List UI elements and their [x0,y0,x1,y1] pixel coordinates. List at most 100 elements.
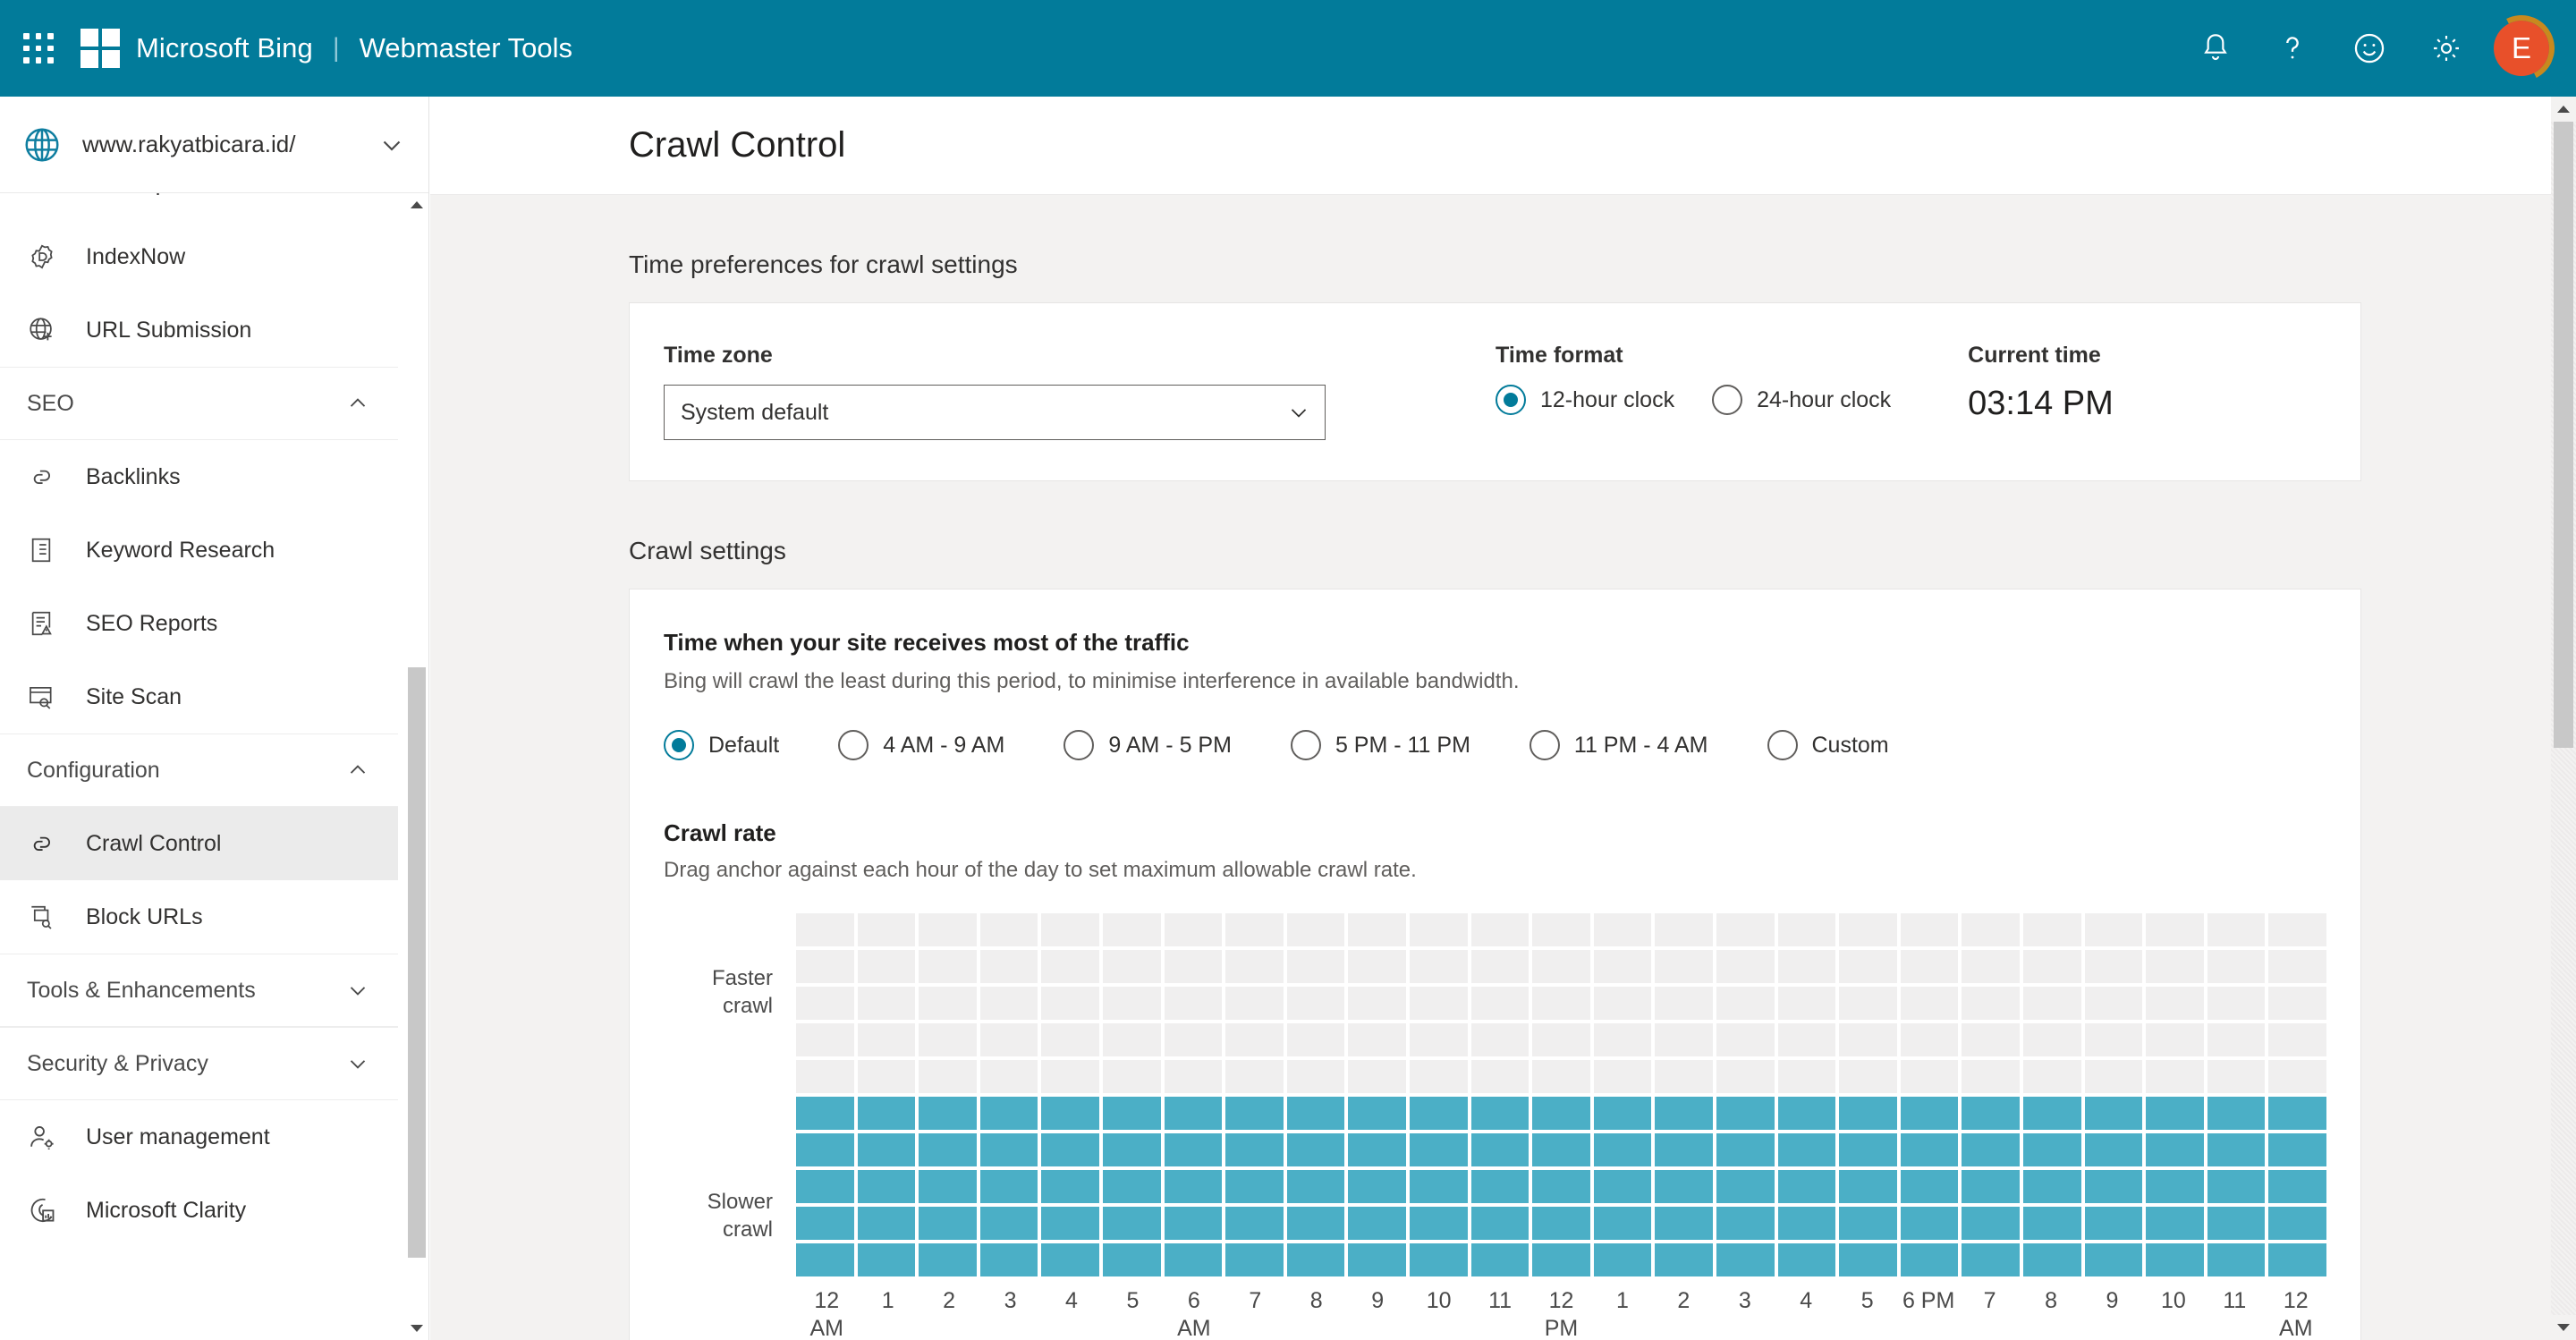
crawl-rate-cell-empty[interactable] [1593,1060,1652,1093]
crawl-rate-cell-filled[interactable] [796,1243,854,1276]
crawl-rate-cell-empty[interactable] [1348,1060,1406,1093]
crawl-rate-cell-filled[interactable] [1225,1243,1284,1276]
help-icon[interactable] [2254,10,2331,87]
crawl-rate-cell-empty[interactable] [2146,987,2204,1020]
crawl-rate-cell-empty[interactable] [2022,1023,2081,1056]
crawl-rate-cell-filled[interactable] [919,1243,977,1276]
crawl-rate-cell-empty[interactable] [2084,987,2143,1020]
scroll-up-arrow-icon[interactable] [2551,97,2576,122]
crawl-rate-cell-filled[interactable] [2146,1133,2204,1166]
crawl-rate-cell-filled[interactable] [857,1243,916,1276]
crawl-rate-cell-empty[interactable] [857,1060,916,1093]
crawl-rate-cell-filled[interactable] [1900,1207,1959,1240]
crawl-rate-cell-filled[interactable] [1777,1207,1836,1240]
crawl-rate-cell-empty[interactable] [1286,1023,1345,1056]
crawl-rate-cell-filled[interactable] [2084,1133,2143,1166]
crawl-rate-cell-empty[interactable] [2268,1060,2326,1093]
crawl-rate-cell-empty[interactable] [1409,1060,1468,1093]
main-scrollbar-thumb[interactable] [2554,122,2573,748]
crawl-rate-cell-empty[interactable] [1470,913,1530,946]
crawl-rate-cell-filled[interactable] [1286,1243,1345,1276]
crawl-rate-cell-filled[interactable] [796,1207,854,1240]
crawl-rate-cell-filled[interactable] [2146,1243,2204,1276]
notification-bell-icon[interactable] [2177,10,2254,87]
crawl-rate-cell-filled[interactable] [1532,1207,1590,1240]
crawl-rate-cell-filled[interactable] [1655,1097,1713,1130]
scroll-up-arrow-icon[interactable] [405,193,428,216]
crawl-rate-cell-empty[interactable] [1102,1060,1161,1093]
chevron-down-icon[interactable] [377,130,407,160]
crawl-rate-cell-filled[interactable] [1777,1133,1836,1166]
crawl-rate-cell-filled[interactable] [2084,1097,2143,1130]
crawl-rate-cell-filled[interactable] [1348,1133,1406,1166]
scroll-down-arrow-icon[interactable] [405,1317,428,1340]
crawl-rate-cell-filled[interactable] [1470,1133,1530,1166]
crawl-rate-cell-empty[interactable] [1041,987,1099,1020]
crawl-rate-cell-empty[interactable] [1409,1023,1468,1056]
crawl-rate-cell-empty[interactable] [1716,987,1775,1020]
sidebar-group-security-privacy[interactable]: Security & Privacy [0,1027,398,1100]
crawl-rate-cell-empty[interactable] [1409,987,1468,1020]
crawl-rate-cell-empty[interactable] [857,913,916,946]
chevron-up-icon[interactable] [344,390,371,417]
crawl-rate-cell-filled[interactable] [1164,1207,1223,1240]
crawl-rate-cell-empty[interactable] [1839,913,1897,946]
crawl-rate-cell-empty[interactable] [1348,913,1406,946]
crawl-rate-cell-filled[interactable] [1409,1097,1468,1130]
crawl-rate-cell-filled[interactable] [796,1097,854,1130]
crawl-rate-cell-empty[interactable] [1225,913,1284,946]
crawl-rate-cell-empty[interactable] [857,950,916,983]
crawl-rate-cell-filled[interactable] [1164,1170,1223,1203]
crawl-rate-cell-empty[interactable] [1655,1060,1713,1093]
crawl-rate-cell-filled[interactable] [2022,1097,2081,1130]
crawl-rate-cell-empty[interactable] [1962,913,2020,946]
crawl-rate-cell-empty[interactable] [1409,950,1468,983]
crawl-rate-cell-filled[interactable] [2146,1170,2204,1203]
crawl-rate-cell-filled[interactable] [1470,1243,1530,1276]
chevron-up-icon[interactable] [344,757,371,784]
avatar[interactable]: E [2479,6,2563,90]
crawl-rate-cell-empty[interactable] [2084,913,2143,946]
crawl-rate-cell-filled[interactable] [1900,1097,1959,1130]
crawl-rate-cell-empty[interactable] [1348,987,1406,1020]
crawl-rate-cell-empty[interactable] [1839,987,1897,1020]
traffic-radio-9am-5pm[interactable]: 9 AM - 5 PM [1063,730,1232,760]
crawl-rate-cell-filled[interactable] [919,1133,977,1166]
crawl-rate-cell-empty[interactable] [2022,987,2081,1020]
crawl-rate-cell-empty[interactable] [2022,1060,2081,1093]
crawl-rate-cell-empty[interactable] [1532,950,1590,983]
sidebar-item-block-urls[interactable]: Block URLs [0,880,398,954]
crawl-rate-cell-empty[interactable] [1655,950,1713,983]
crawl-rate-cell-filled[interactable] [2207,1207,2266,1240]
crawl-rate-cell-filled[interactable] [1655,1133,1713,1166]
crawl-rate-cell-filled[interactable] [1041,1243,1099,1276]
crawl-rate-cell-filled[interactable] [1532,1097,1590,1130]
crawl-rate-cell-empty[interactable] [979,1023,1038,1056]
crawl-rate-cell-filled[interactable] [1593,1170,1652,1203]
crawl-rate-cell-filled[interactable] [1593,1243,1652,1276]
crawl-rate-cell-filled[interactable] [2022,1207,2081,1240]
crawl-rate-cell-empty[interactable] [1041,1023,1099,1056]
crawl-rate-cell-empty[interactable] [1470,1060,1530,1093]
sidebar-item-indexnow[interactable]: IndexNow [0,220,398,293]
crawl-rate-cell-filled[interactable] [796,1170,854,1203]
crawl-rate-cell-filled[interactable] [1164,1133,1223,1166]
crawl-rate-cell-empty[interactable] [1593,913,1652,946]
crawl-rate-cell-filled[interactable] [979,1207,1038,1240]
crawl-rate-cell-filled[interactable] [1348,1170,1406,1203]
crawl-rate-cell-filled[interactable] [1409,1243,1468,1276]
crawl-rate-cell-filled[interactable] [1839,1170,1897,1203]
crawl-rate-cell-filled[interactable] [1286,1170,1345,1203]
crawl-rate-cell-filled[interactable] [1102,1243,1161,1276]
crawl-rate-cell-filled[interactable] [1102,1097,1161,1130]
crawl-rate-cell-empty[interactable] [1102,950,1161,983]
crawl-rate-cell-empty[interactable] [1164,1023,1223,1056]
crawl-rate-cell-filled[interactable] [2084,1207,2143,1240]
crawl-rate-cell-filled[interactable] [2146,1207,2204,1240]
crawl-rate-cell-empty[interactable] [2207,1060,2266,1093]
crawl-rate-cell-filled[interactable] [1041,1097,1099,1130]
sidebar-scrollbar-thumb[interactable] [408,667,426,1258]
crawl-rate-cell-filled[interactable] [1839,1207,1897,1240]
crawl-rate-cell-empty[interactable] [1286,913,1345,946]
crawl-rate-cell-empty[interactable] [2268,1023,2326,1056]
